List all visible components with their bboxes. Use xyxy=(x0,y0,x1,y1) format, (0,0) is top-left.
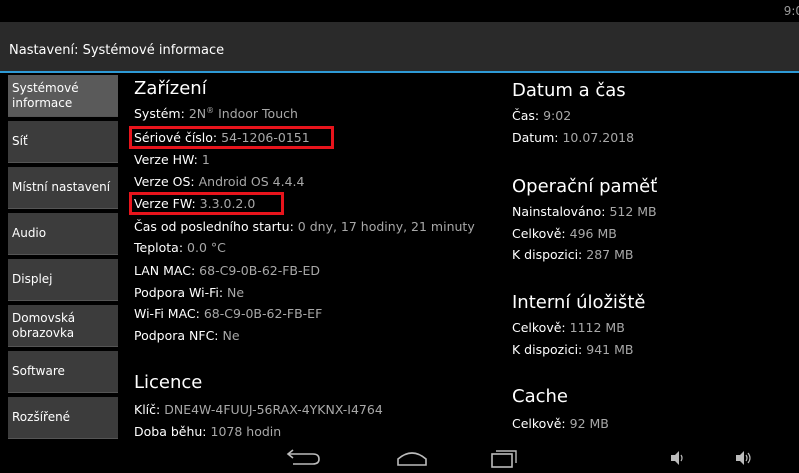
temperature-value: 0.0 °C xyxy=(187,240,226,255)
memory-installed-row: Nainstalováno: 512 MB xyxy=(512,204,657,219)
cache-total-value: 92 MB xyxy=(569,416,609,431)
wifi-support-value: Ne xyxy=(227,285,245,300)
volume-up-icon[interactable] xyxy=(733,449,755,467)
title-bar: Nastavení: Systémové informace xyxy=(0,22,799,72)
sidebar-item-label: Audio xyxy=(12,226,47,241)
time-key: Čas: xyxy=(512,108,540,123)
sidebar-item-label: Síť xyxy=(12,134,28,149)
storage-section-title: Interní úložiště xyxy=(512,292,646,313)
volume-down-icon[interactable] xyxy=(668,449,688,467)
sidebar-item-system-info[interactable]: Systémové informace xyxy=(8,75,118,117)
lan-mac-key: LAN MAC: xyxy=(134,263,196,278)
lan-mac-value: 68-C9-0B-62-FB-ED xyxy=(199,263,321,278)
wifi-support-key: Podpora Wi-Fi: xyxy=(134,285,224,300)
sidebar: Systémové informace Síť Místní nastavení… xyxy=(8,75,118,443)
license-key-row: Klíč: DNE4W-4FUUJ-56RAX-4YKNX-I4764 xyxy=(134,402,383,417)
accent-divider xyxy=(0,71,799,73)
hw-key: Verze HW: xyxy=(134,152,198,167)
sidebar-item-software[interactable]: Software xyxy=(8,351,118,393)
home-icon[interactable] xyxy=(392,447,432,469)
memory-installed-key: Nainstalováno: xyxy=(512,204,606,219)
recent-apps-icon[interactable] xyxy=(482,447,522,469)
time-row: Čas: 9:02 xyxy=(512,108,571,123)
memory-total-key: Celkově: xyxy=(512,226,566,241)
memory-available-value: 287 MB xyxy=(586,247,634,262)
device-section-title: Zařízení xyxy=(134,78,207,99)
sidebar-item-label: Rozšířené xyxy=(12,410,71,425)
datetime-section-title: Datum a čas xyxy=(512,80,626,101)
nfc-row: Podpora NFC: Ne xyxy=(134,328,240,343)
os-value: Android OS 4.4.4 xyxy=(198,174,305,189)
system-key: Systém: xyxy=(134,106,185,122)
runtime-key: Doba běhu: xyxy=(134,424,207,439)
sidebar-item-local-settings[interactable]: Místní nastavení xyxy=(8,167,118,209)
system-row: Systém: 2N® Indoor Touch xyxy=(134,106,298,121)
hw-row: Verze HW: 1 xyxy=(134,152,210,167)
registered-mark: ® xyxy=(206,106,215,115)
wifi-mac-key: Wi-Fi MAC: xyxy=(134,306,200,321)
memory-section-title: Operační paměť xyxy=(512,176,658,197)
navigation-bar xyxy=(0,444,799,473)
cache-total-row: Celkově: 92 MB xyxy=(512,416,609,431)
temperature-row: Teplota: 0.0 °C xyxy=(134,240,226,255)
uptime-value: 0 dny, 17 hodiny, 21 minuty xyxy=(297,219,475,234)
storage-available-row: K dispozici: 941 MB xyxy=(512,342,633,357)
memory-installed-value: 512 MB xyxy=(609,204,657,219)
license-key-key: Klíč: xyxy=(134,402,161,417)
os-key: Verze OS: xyxy=(134,174,195,189)
fw-highlight-box xyxy=(129,192,284,215)
sidebar-item-label: Software xyxy=(12,364,65,379)
memory-total-value: 496 MB xyxy=(569,226,617,241)
sidebar-item-advanced[interactable]: Rozšířené xyxy=(8,397,118,439)
sidebar-item-label: Systémové informace xyxy=(12,81,79,110)
back-icon[interactable] xyxy=(283,447,323,469)
sidebar-item-label: Místní nastavení xyxy=(12,180,111,195)
storage-available-key: K dispozici: xyxy=(512,342,583,357)
storage-total-row: Celkově: 1112 MB xyxy=(512,320,625,335)
license-section-title: Licence xyxy=(134,372,203,393)
serial-highlight-box xyxy=(129,126,334,149)
memory-total-row: Celkově: 496 MB xyxy=(512,226,617,241)
memory-available-row: K dispozici: 287 MB xyxy=(512,247,633,262)
sidebar-item-label: Displej xyxy=(12,272,53,287)
system-value-suffix: Indoor Touch xyxy=(214,106,298,122)
wifi-mac-value: 68-C9-0B-62-FB-EF xyxy=(203,306,323,321)
sidebar-item-home-screen[interactable]: Domovská obrazovka xyxy=(8,305,118,347)
wifi-support-row: Podpora Wi-Fi: Ne xyxy=(134,285,244,300)
storage-total-value: 1112 MB xyxy=(569,320,625,335)
date-value: 10.07.2018 xyxy=(562,130,635,145)
sidebar-item-audio[interactable]: Audio xyxy=(8,213,118,255)
storage-available-value: 941 MB xyxy=(586,342,634,357)
runtime-value: 1078 hodin xyxy=(210,424,282,439)
date-row: Datum: 10.07.2018 xyxy=(512,130,634,145)
nfc-key: Podpora NFC: xyxy=(134,328,219,343)
hw-value: 1 xyxy=(201,152,210,167)
sidebar-item-label: Domovská obrazovka xyxy=(12,311,76,340)
os-row: Verze OS: Android OS 4.4.4 xyxy=(134,174,304,189)
nfc-value: Ne xyxy=(222,328,240,343)
uptime-row: Čas od posledního startu: 0 dny, 17 hodi… xyxy=(134,219,475,234)
sidebar-item-display[interactable]: Displej xyxy=(8,259,118,301)
storage-total-key: Celkově: xyxy=(512,320,566,335)
uptime-key: Čas od posledního startu: xyxy=(134,219,294,234)
sidebar-item-network[interactable]: Síť xyxy=(8,121,118,163)
runtime-row: Doba běhu: 1078 hodin xyxy=(134,424,281,439)
temperature-key: Teplota: xyxy=(134,240,184,255)
wifi-mac-row: Wi-Fi MAC: 68-C9-0B-62-FB-EF xyxy=(134,306,322,321)
lan-mac-row: LAN MAC: 68-C9-0B-62-FB-ED xyxy=(134,263,320,278)
cache-total-key: Celkově: xyxy=(512,416,566,431)
license-key-value: DNE4W-4FUUJ-56RAX-4YKNX-I4764 xyxy=(164,402,383,417)
page-title: Nastavení: Systémové informace xyxy=(9,43,225,58)
time-value: 9:02 xyxy=(543,108,572,123)
date-key: Datum: xyxy=(512,130,559,145)
system-value: 2N xyxy=(188,106,207,122)
status-clock: 9:0 xyxy=(783,4,799,18)
memory-available-key: K dispozici: xyxy=(512,247,583,262)
cache-section-title: Cache xyxy=(512,386,568,407)
status-bar: 9:0 xyxy=(0,0,799,22)
